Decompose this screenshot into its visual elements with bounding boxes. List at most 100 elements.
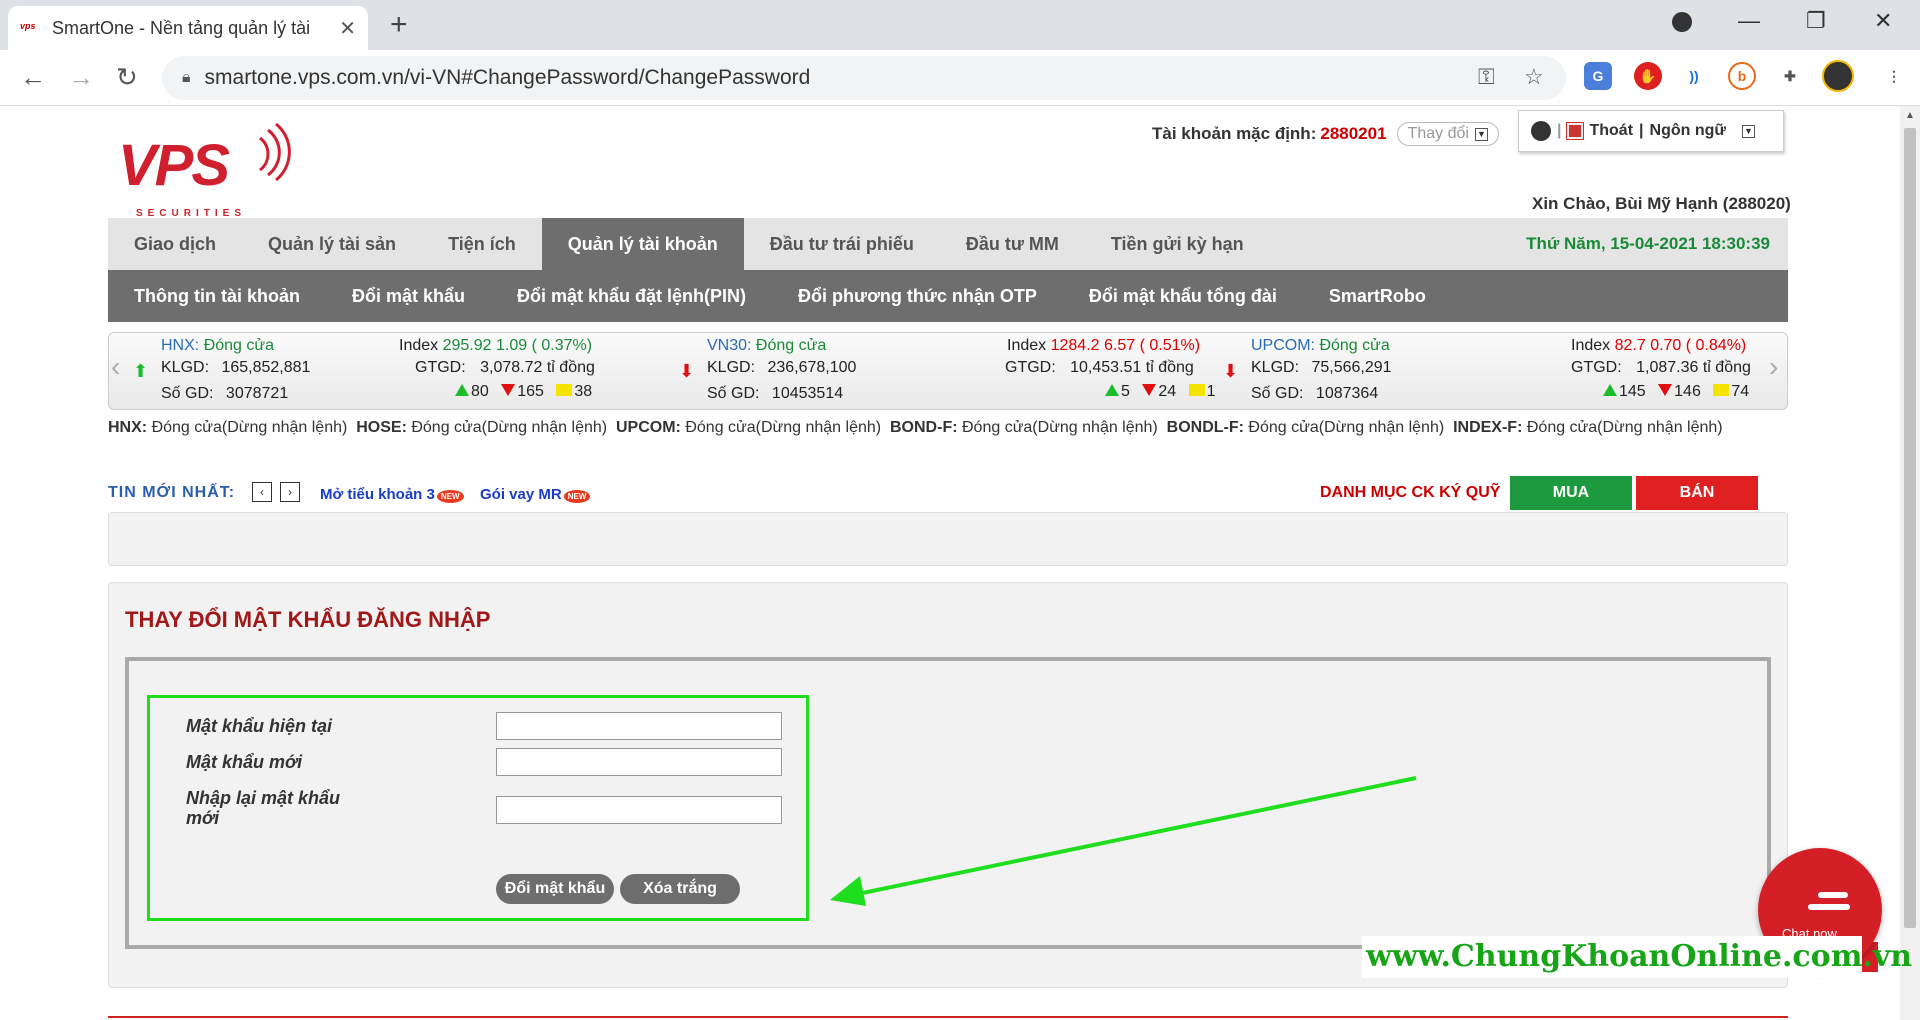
- index-value: 82.7: [1614, 337, 1646, 354]
- nav-item-tien-ich[interactable]: Tiện ích: [422, 218, 542, 270]
- change-account-button[interactable]: Thay đổi ▼: [1396, 122, 1499, 146]
- unchanged-count: 1: [1206, 383, 1216, 400]
- nav-item-dau-tu-trai-phieu[interactable]: Đầu tư trái phiếu: [744, 218, 940, 270]
- gtgd-label: GTGD:: [1571, 359, 1622, 376]
- vps-logo[interactable]: VPS SECURITIES: [118, 120, 298, 219]
- url-bar[interactable]: 🔒︎ smartone.vps.com.vn/vi-VN#ChangePassw…: [162, 56, 1566, 100]
- chevron-down-icon[interactable]: ▼: [1741, 124, 1755, 138]
- subnav-item-smartrobo[interactable]: SmartRobo: [1303, 286, 1452, 307]
- extensions-puzzle-icon[interactable]: ✚: [1776, 62, 1804, 90]
- page-title: THAY ĐỔI MẬT KHẨU ĐĂNG NHẬP: [125, 607, 491, 632]
- reload-icon[interactable]: ↻: [116, 62, 138, 93]
- confirm-label-line2: mới: [186, 808, 220, 828]
- close-icon[interactable]: ✕: [339, 16, 356, 41]
- gtgd-value: 3,078.72 tỉ đồng: [480, 359, 595, 376]
- klgd-value: 75,566,291: [1311, 359, 1392, 376]
- news-link-goi-vay-mr[interactable]: Gói vay MR NEW: [480, 486, 591, 503]
- exit-icon[interactable]: [1566, 122, 1585, 140]
- language-link[interactable]: Ngôn ngữ: [1650, 122, 1726, 140]
- index-value: 295.92: [442, 337, 492, 354]
- annotation-arrow-icon: [830, 776, 1417, 906]
- advance-triangle-icon: [1105, 384, 1119, 396]
- coupon-extension-icon[interactable]: b: [1728, 62, 1756, 90]
- exit-link[interactable]: Thoát: [1589, 122, 1633, 140]
- clear-button[interactable]: Xóa trắng: [620, 874, 740, 904]
- browser-menu-icon[interactable]: ⋮: [1880, 62, 1908, 90]
- translate-extension-icon[interactable]: G: [1584, 62, 1612, 90]
- market-state: Đóng cửa: [755, 337, 827, 354]
- klgd-value: 165,852,881: [221, 359, 311, 376]
- default-account: Tài khoản mặc định: 2880201 Thay đổi ▼: [1152, 122, 1499, 146]
- new-tab-icon[interactable]: +: [390, 8, 408, 42]
- status-text: Đóng cửa(Dừng nhận lệnh): [411, 419, 608, 436]
- unchanged-square-icon: [556, 384, 573, 396]
- sogd-value: 10453514: [771, 385, 844, 402]
- status-text: Đóng cửa(Dừng nhận lệnh): [1248, 419, 1445, 436]
- new-password-input[interactable]: [496, 748, 782, 776]
- gtgd-label: GTGD:: [1005, 359, 1056, 376]
- wifi-extension-icon[interactable]: )): [1680, 62, 1708, 90]
- nav-item-quan-ly-tai-san[interactable]: Quản lý tài sản: [242, 218, 422, 270]
- confirm-password-input[interactable]: [496, 796, 782, 824]
- page-content: VPS SECURITIES Tài khoản mặc định: 28802…: [0, 106, 1900, 1020]
- sell-button[interactable]: BÁN: [1636, 476, 1758, 510]
- subnav-item-doi-mat-khau-tong-dai[interactable]: Đổi mật khẩu tổng đài: [1063, 286, 1303, 307]
- sogd-label: Số GD:: [707, 385, 760, 402]
- account-number: 2880201: [1320, 124, 1387, 143]
- account-label: Tài khoản mặc định:: [1152, 124, 1317, 143]
- status-market: HOSE:: [356, 419, 407, 436]
- status-text: Đóng cửa(Dừng nhận lệnh): [151, 419, 348, 436]
- unchanged-square-icon: [1713, 384, 1730, 396]
- nav-item-quan-ly-tai-khoan[interactable]: Quản lý tài khoản: [541, 218, 744, 270]
- subnav-item-doi-pin[interactable]: Đổi mật khẩu đặt lệnh(PIN): [491, 286, 772, 307]
- unchanged-count: 38: [574, 383, 593, 400]
- index-change: 1.09: [495, 337, 528, 354]
- page-scrollbar[interactable]: ▲: [1900, 106, 1920, 1020]
- nav-item-dau-tu-mm[interactable]: Đầu tư MM: [940, 218, 1085, 270]
- buy-button[interactable]: MUA: [1510, 476, 1632, 510]
- subnav-item-doi-mat-khau[interactable]: Đổi mật khẩu: [326, 286, 491, 307]
- top-menu: | Thoát | Ngôn ngữ ▼: [1518, 110, 1784, 152]
- change-password-button[interactable]: Đổi mật khẩu: [496, 874, 614, 904]
- nav-item-giao-dich[interactable]: Giao dịch: [108, 218, 242, 270]
- market-vn30: ⬇ VN30: Đóng cửa Index 1284.2 6.57 ( 0.5…: [679, 335, 1219, 409]
- index-label: Index: [1571, 337, 1611, 354]
- scroll-up-icon[interactable]: ▲: [1905, 110, 1915, 121]
- market-name: HNX:: [161, 337, 200, 354]
- vps-favicon-icon: vps: [20, 21, 36, 31]
- subnav-item-doi-otp[interactable]: Đổi phương thức nhận OTP: [772, 286, 1063, 307]
- arrow-up-icon: ⬆: [133, 361, 149, 381]
- star-icon[interactable]: ☆: [1524, 64, 1544, 90]
- restore-icon[interactable]: ❐: [1806, 8, 1826, 34]
- index-label: Index: [399, 337, 439, 354]
- browser-tab[interactable]: vps SmartOne - Nền tảng quản lý tài ✕: [8, 6, 368, 50]
- profile-avatar[interactable]: [1822, 60, 1854, 92]
- arrow-down-icon: ⬇: [1223, 361, 1239, 381]
- chevron-left-icon[interactable]: ‹: [111, 351, 120, 383]
- current-password-input[interactable]: [496, 712, 782, 740]
- clock-icon[interactable]: [1531, 121, 1551, 141]
- news-link-mo-tieu-khoan[interactable]: Mở tiểu khoản 3 NEW: [320, 486, 464, 503]
- minimize-icon[interactable]: —: [1738, 8, 1760, 34]
- adblock-extension-icon[interactable]: ✋: [1634, 62, 1662, 90]
- profile-menu-icon[interactable]: [1672, 12, 1692, 32]
- key-icon[interactable]: ⚿: [1478, 64, 1495, 90]
- nav-item-tien-gui-ky-han[interactable]: Tiền gửi kỳ hạn: [1085, 218, 1270, 270]
- forward-icon[interactable]: →: [68, 62, 94, 93]
- margin-list-link[interactable]: DANH MỤC CK KÝ QUỸ: [1320, 484, 1500, 502]
- window-close-icon[interactable]: ✕: [1874, 8, 1892, 34]
- index-value: 1284.2: [1050, 337, 1100, 354]
- status-text: Đóng cửa(Dừng nhận lệnh): [1526, 419, 1723, 436]
- subnav-item-thong-tin-tai-khoan[interactable]: Thông tin tài khoản: [108, 286, 326, 307]
- news-prev-button[interactable]: ‹: [252, 482, 272, 502]
- decline-triangle-icon: [501, 384, 516, 396]
- chevron-right-icon[interactable]: ›: [1769, 351, 1778, 383]
- empty-panel: [108, 512, 1788, 566]
- market-hnx: ⬆ HNX: Đóng cửa Index 295.92 1.09 ( 0.37…: [133, 335, 673, 409]
- logo-wave-icon: [259, 122, 291, 182]
- status-market: HNX:: [108, 419, 148, 436]
- address-toolbar: ← → ↻ 🔒︎ smartone.vps.com.vn/vi-VN#Chang…: [0, 50, 1920, 106]
- scroll-thumb[interactable]: [1904, 128, 1916, 928]
- back-icon[interactable]: ←: [20, 62, 46, 93]
- news-next-button[interactable]: ›: [280, 482, 300, 502]
